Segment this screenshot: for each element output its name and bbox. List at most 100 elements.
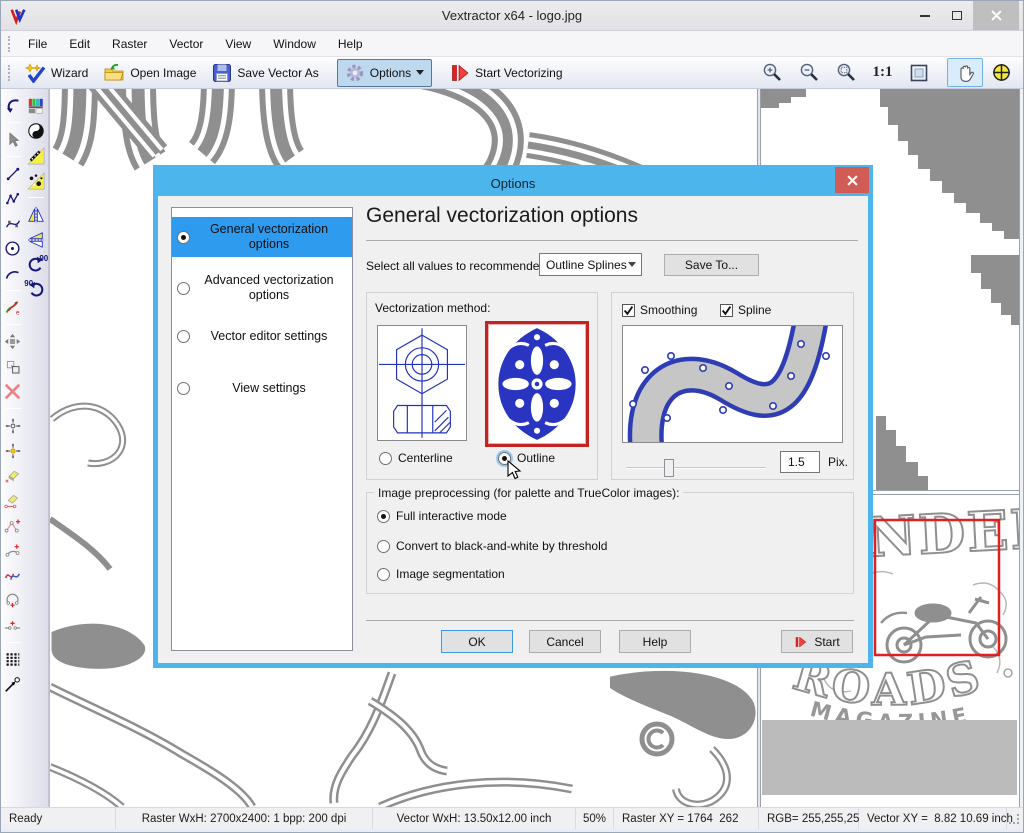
menu-vector[interactable]: Vector [158, 33, 214, 55]
draw-polyline-tool[interactable] [2, 187, 24, 210]
draw-arc-tool[interactable] [2, 262, 24, 285]
convert-threshold-radio[interactable] [377, 540, 390, 553]
slider-thumb[interactable] [664, 459, 674, 477]
menu-window[interactable]: Window [262, 33, 327, 55]
move-object-tool[interactable] [2, 330, 24, 353]
minimize-button[interactable] [909, 1, 941, 30]
ok-button[interactable]: OK [441, 630, 513, 653]
draw-curve-tool[interactable] [2, 212, 24, 235]
open-image-button[interactable]: Open Image [96, 59, 204, 86]
status-raster-xy: Raster XY = 1764 262 [614, 808, 759, 829]
zoom-out-button[interactable] [791, 58, 828, 87]
zoom-region-button[interactable] [828, 58, 865, 87]
full-interactive-radio[interactable] [377, 510, 390, 523]
tool-separator [5, 324, 21, 325]
erase-segment-tool[interactable] [2, 489, 24, 512]
spline-checkbox-row[interactable]: Spline [720, 303, 771, 317]
zoom-in-button[interactable] [754, 58, 791, 87]
add-polyline-node-tool[interactable] [2, 514, 24, 537]
nav-advanced-vectorization[interactable]: Advanced vectorization options [172, 268, 352, 308]
convert-threshold-radio-row[interactable]: Convert to black-and-white by threshold [377, 539, 607, 553]
left-tool-palette: e [1, 89, 49, 807]
centerline-preview[interactable] [377, 325, 467, 441]
help-button[interactable]: Help [619, 630, 691, 653]
tool-separator [5, 408, 21, 409]
save-vector-as-button[interactable]: Save Vector As [204, 59, 326, 87]
options-button[interactable]: Options [337, 59, 432, 87]
start-vectorizing-button[interactable]: Start Vectorizing [442, 59, 570, 87]
add-arc-node-tool[interactable] [2, 539, 24, 562]
pick-point-tool[interactable] [2, 673, 24, 696]
radio-icon [177, 382, 190, 395]
copy-object-tool[interactable] [2, 355, 24, 378]
circle-icon [4, 240, 21, 257]
centerline-radio[interactable] [379, 452, 392, 465]
centerline-preview-drawing [378, 326, 466, 440]
cancel-button[interactable]: Cancel [529, 630, 601, 653]
recommend-select[interactable]: Outline Splines [539, 253, 642, 276]
rotate-cw-90-tool[interactable]: 90 [25, 253, 47, 276]
break-segment-tool[interactable] [2, 614, 24, 637]
image-segmentation-radio-row[interactable]: Image segmentation [377, 567, 505, 581]
pan-hand-button[interactable] [947, 58, 983, 87]
trace-line-tool[interactable]: e [2, 296, 24, 319]
nav-vector-editor-settings[interactable]: Vector editor settings [172, 324, 352, 349]
move-node-tool[interactable] [2, 414, 24, 437]
menu-view[interactable]: View [214, 33, 262, 55]
smoothing-checkbox[interactable] [622, 304, 635, 317]
wizard-button[interactable]: Wizard [16, 59, 96, 87]
resize-grip[interactable] [1009, 814, 1019, 824]
palette-tool[interactable] [25, 94, 47, 117]
dialog-title-bar[interactable]: Options [158, 170, 868, 196]
flip-vertical-tool[interactable] [25, 203, 47, 226]
centerline-radio-row[interactable]: Centerline [379, 451, 453, 465]
save-vector-as-label: Save Vector As [237, 66, 318, 80]
image-segmentation-radio[interactable] [377, 568, 390, 581]
rotate-cw-90-label: 90 [39, 254, 48, 263]
smoothing-value-input[interactable]: 1.5 [780, 451, 820, 473]
maximize-button[interactable] [941, 1, 973, 30]
full-interactive-radio-row[interactable]: Full interactive mode [377, 509, 507, 523]
snap-node-tool[interactable] [2, 439, 24, 462]
eraser-segment-icon [4, 492, 21, 509]
clean-raster-tool[interactable] [25, 144, 47, 167]
nav-view-settings[interactable]: View settings [172, 376, 352, 401]
outline-preview[interactable] [485, 321, 589, 447]
close-contour-tool[interactable] [2, 589, 24, 612]
split-curve-tool[interactable] [2, 564, 24, 587]
nav-general-vectorization[interactable]: General vectorization options [172, 217, 352, 257]
menu-raster[interactable]: Raster [101, 33, 158, 55]
delete-object-tool[interactable] [2, 380, 24, 403]
line-icon [5, 166, 21, 182]
select-tool[interactable] [2, 128, 24, 151]
menu-help[interactable]: Help [327, 33, 374, 55]
spline-checkbox[interactable] [720, 304, 733, 317]
undo-tool[interactable] [2, 94, 24, 117]
fit-to-window-button[interactable] [901, 59, 937, 87]
save-to-button[interactable]: Save To... [664, 254, 759, 276]
invert-colors-tool[interactable] [25, 119, 47, 142]
draw-line-tool[interactable] [2, 162, 24, 185]
divider [366, 240, 858, 241]
flip-horizontal-tool[interactable] [25, 228, 47, 251]
zoom-1to1-icon: 1:1 [873, 64, 893, 81]
menu-file[interactable]: File [17, 33, 58, 55]
smoothing-slider[interactable] [626, 459, 766, 477]
menu-edit[interactable]: Edit [58, 33, 101, 55]
close-button[interactable] [973, 1, 1019, 30]
draw-circle-tool[interactable] [2, 237, 24, 260]
options-dialog: Options General vectorization options Ad… [153, 165, 873, 668]
zoom-1to1-button[interactable]: 1:1 [865, 60, 901, 85]
start-button[interactable]: Start [781, 630, 853, 653]
dot-matrix-tool[interactable] [2, 648, 24, 671]
center-target-button[interactable] [983, 58, 1020, 87]
erase-object-tool[interactable] [2, 464, 24, 487]
dialog-close-button[interactable] [835, 167, 869, 193]
smoothing-checkbox-row[interactable]: Smoothing [622, 303, 697, 317]
tool-separator [5, 290, 21, 291]
despeckle-tool[interactable] [25, 169, 47, 192]
options-dropdown-arrow-icon[interactable] [416, 70, 424, 75]
select-cursor-icon [5, 132, 21, 148]
svg-text:e: e [16, 309, 20, 316]
rotate-ccw-90-tool[interactable]: 90 [25, 278, 47, 301]
